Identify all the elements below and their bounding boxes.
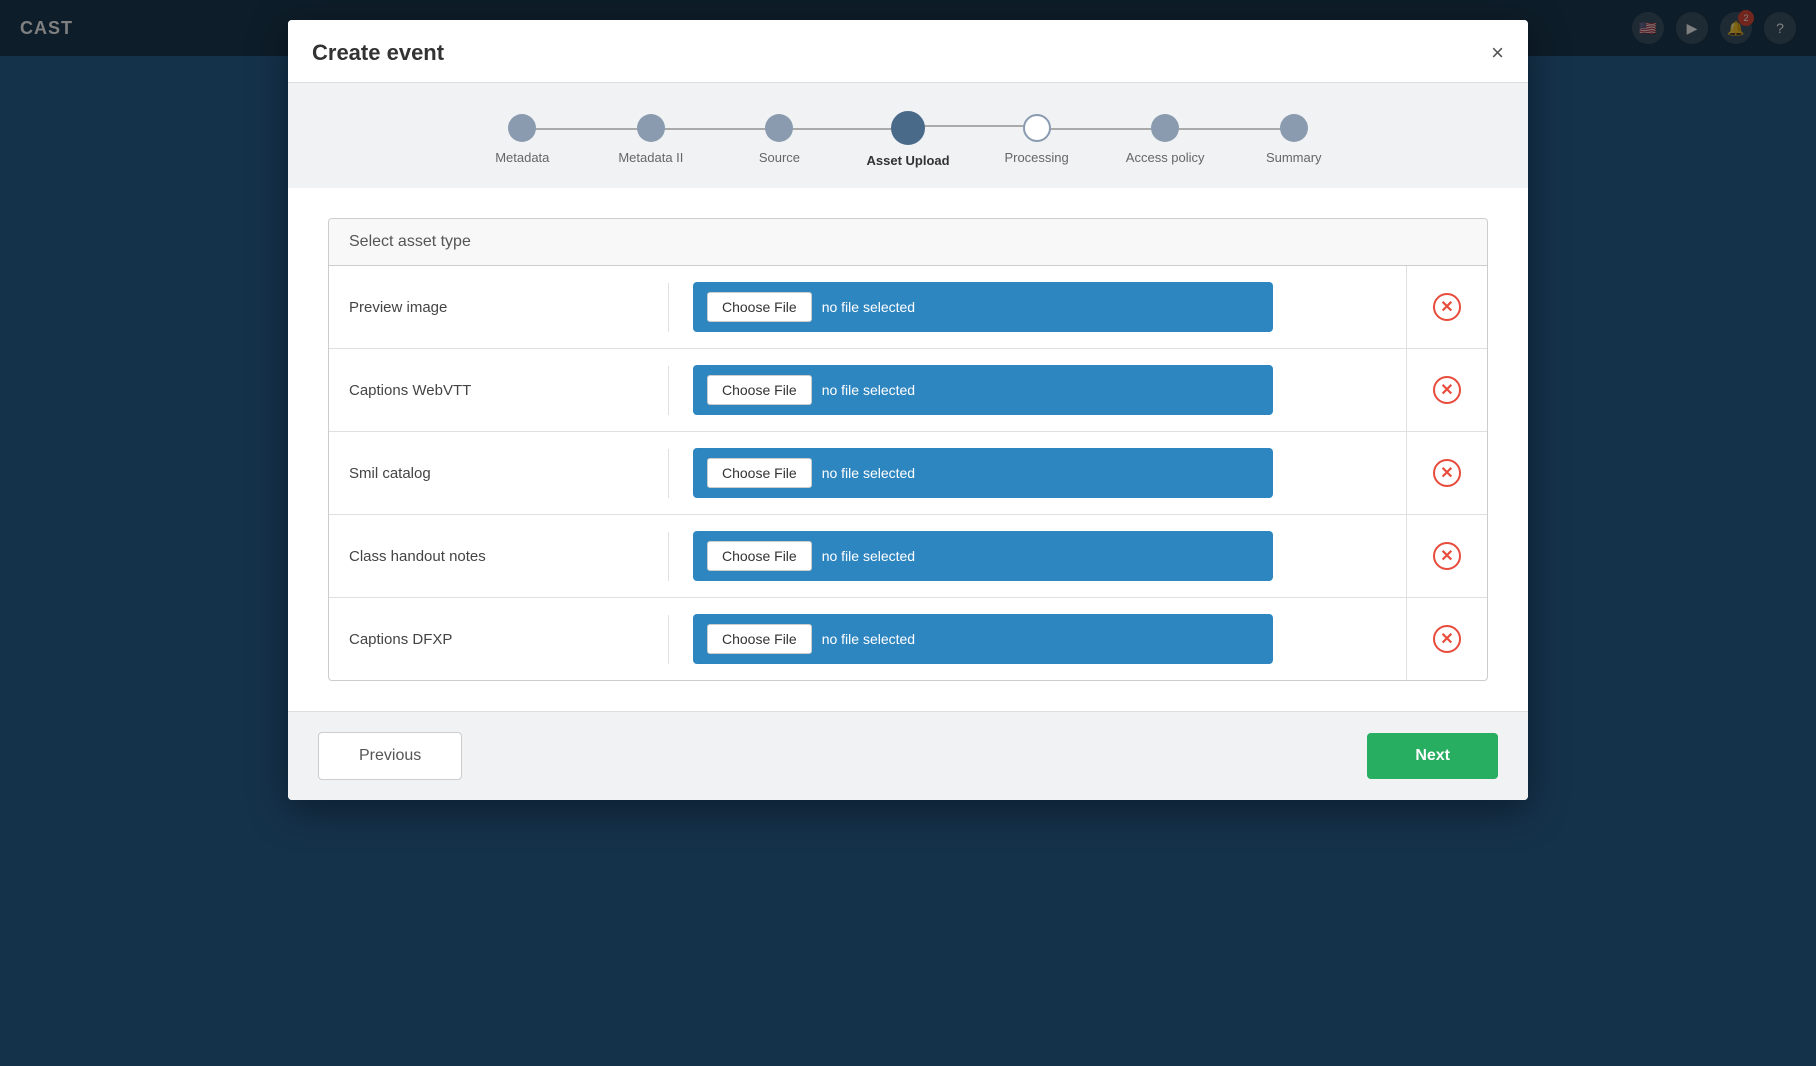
asset-table-header: Select asset type: [329, 219, 1487, 266]
step-summary-label: Summary: [1266, 150, 1322, 165]
modal-overlay: Create event × Metadata Metadata II Sour…: [0, 0, 1816, 1066]
modal-title: Create event: [312, 40, 444, 66]
asset-input-smil-catalog: Choose File no file selected: [669, 432, 1407, 514]
modal-footer: Previous Next: [288, 711, 1528, 800]
table-row: Class handout notes Choose File no file …: [329, 515, 1487, 598]
delete-icon-class-handout-notes: ✕: [1433, 542, 1461, 570]
asset-label-captions-dfxp: Captions DFXP: [329, 615, 669, 664]
delete-icon-smil-catalog: ✕: [1433, 459, 1461, 487]
file-name-smil-catalog: no file selected: [822, 465, 915, 481]
delete-icon-captions-dfxp: ✕: [1433, 625, 1461, 653]
file-input-wrapper-class-handout-notes: Choose File no file selected: [693, 531, 1273, 581]
asset-delete-preview-image: ✕: [1407, 292, 1487, 322]
step-source: Source: [715, 114, 844, 165]
asset-table: Select asset type Preview image Choose F…: [328, 218, 1488, 681]
choose-file-btn-class-handout-notes[interactable]: Choose File: [707, 541, 812, 571]
step-metadata: Metadata: [458, 114, 587, 165]
step-metadata-label: Metadata: [495, 150, 549, 165]
step-processing: Processing: [972, 114, 1101, 165]
step-processing-circle: [1023, 114, 1051, 142]
table-row: Captions DFXP Choose File no file select…: [329, 598, 1487, 680]
asset-label-preview-image: Preview image: [329, 283, 669, 332]
delete-icon-preview-image: ✕: [1433, 293, 1461, 321]
asset-input-class-handout-notes: Choose File no file selected: [669, 515, 1407, 597]
step-summary-circle: [1280, 114, 1308, 142]
table-row: Preview image Choose File no file select…: [329, 266, 1487, 349]
file-input-wrapper-preview-image: Choose File no file selected: [693, 282, 1273, 332]
previous-button[interactable]: Previous: [318, 732, 462, 780]
next-button[interactable]: Next: [1367, 733, 1498, 779]
choose-file-btn-smil-catalog[interactable]: Choose File: [707, 458, 812, 488]
step-source-circle: [765, 114, 793, 142]
delete-btn-preview-image[interactable]: ✕: [1432, 292, 1462, 322]
stepper: Metadata Metadata II Source Asset Upload: [458, 111, 1358, 168]
delete-btn-class-handout-notes[interactable]: ✕: [1432, 541, 1462, 571]
file-input-wrapper-captions-dfxp: Choose File no file selected: [693, 614, 1273, 664]
choose-file-btn-captions-webvtt[interactable]: Choose File: [707, 375, 812, 405]
step-metadata2-label: Metadata II: [618, 150, 683, 165]
asset-input-captions-webvtt: Choose File no file selected: [669, 349, 1407, 431]
file-name-captions-webvtt: no file selected: [822, 382, 915, 398]
asset-label-smil-catalog: Smil catalog: [329, 449, 669, 498]
file-name-preview-image: no file selected: [822, 299, 915, 315]
asset-label-captions-webvtt: Captions WebVTT: [329, 366, 669, 415]
table-row: Smil catalog Choose File no file selecte…: [329, 432, 1487, 515]
modal-header: Create event ×: [288, 20, 1528, 83]
stepper-section: Metadata Metadata II Source Asset Upload: [288, 83, 1528, 188]
delete-btn-captions-dfxp[interactable]: ✕: [1432, 624, 1462, 654]
asset-input-preview-image: Choose File no file selected: [669, 266, 1407, 348]
asset-label-class-handout-notes: Class handout notes: [329, 532, 669, 581]
step-summary: Summary: [1229, 114, 1358, 165]
step-metadata2: Metadata II: [587, 114, 716, 165]
delete-btn-captions-webvtt[interactable]: ✕: [1432, 375, 1462, 405]
step-metadata-circle: [508, 114, 536, 142]
asset-input-captions-dfxp: Choose File no file selected: [669, 598, 1407, 680]
step-source-label: Source: [759, 150, 800, 165]
table-row: Captions WebVTT Choose File no file sele…: [329, 349, 1487, 432]
asset-delete-captions-webvtt: ✕: [1407, 375, 1487, 405]
file-name-captions-dfxp: no file selected: [822, 631, 915, 647]
create-event-modal: Create event × Metadata Metadata II Sour…: [288, 20, 1528, 800]
delete-btn-smil-catalog[interactable]: ✕: [1432, 458, 1462, 488]
asset-delete-class-handout-notes: ✕: [1407, 541, 1487, 571]
file-name-class-handout-notes: no file selected: [822, 548, 915, 564]
delete-icon-captions-webvtt: ✕: [1433, 376, 1461, 404]
step-access-policy-circle: [1151, 114, 1179, 142]
modal-close-button[interactable]: ×: [1491, 42, 1504, 64]
step-metadata2-circle: [637, 114, 665, 142]
step-access-policy: Access policy: [1101, 114, 1230, 165]
step-asset-upload-circle: [891, 111, 925, 145]
asset-delete-captions-dfxp: ✕: [1407, 624, 1487, 654]
step-access-policy-label: Access policy: [1126, 150, 1205, 165]
asset-delete-smil-catalog: ✕: [1407, 458, 1487, 488]
step-asset-upload-label: Asset Upload: [866, 153, 949, 168]
choose-file-btn-captions-dfxp[interactable]: Choose File: [707, 624, 812, 654]
file-input-wrapper-smil-catalog: Choose File no file selected: [693, 448, 1273, 498]
file-input-wrapper-captions-webvtt: Choose File no file selected: [693, 365, 1273, 415]
modal-body: Select asset type Preview image Choose F…: [288, 188, 1528, 711]
choose-file-btn-preview-image[interactable]: Choose File: [707, 292, 812, 322]
step-processing-label: Processing: [1004, 150, 1068, 165]
step-asset-upload: Asset Upload: [844, 111, 973, 168]
